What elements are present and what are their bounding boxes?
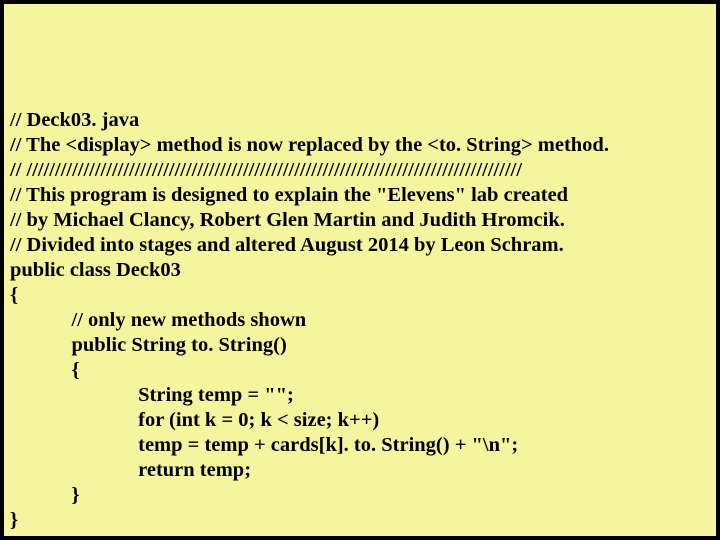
code-line-brace: {: [10, 283, 710, 308]
code-line-brace: {: [10, 358, 710, 383]
code-line-stmt: String temp = "";: [10, 383, 710, 408]
code-line-stmt: for (int k = 0; k < size; k++): [10, 408, 710, 433]
code-line-brace: }: [10, 508, 710, 533]
code-line-brace: }: [10, 483, 710, 508]
code-line-method-decl: public String to. String(): [10, 333, 710, 358]
code-line-comment: // only new methods shown: [10, 308, 710, 333]
code-line-comment: // Divided into stages and altered Augus…: [10, 233, 710, 258]
code-line-class-decl: public class Deck03: [10, 258, 710, 283]
code-line-stmt: return temp;: [10, 458, 710, 483]
code-line-comment: // The <display> method is now replaced …: [10, 133, 710, 158]
code-line-comment: // Deck03. java: [10, 108, 710, 133]
code-line-comment: // /////////////////////////////////////…: [10, 158, 710, 183]
code-line-comment: // This program is designed to explain t…: [10, 183, 710, 208]
code-line-comment: // by Michael Clancy, Robert Glen Martin…: [10, 208, 710, 233]
code-line-stmt: temp = temp + cards[k]. to. String() + "…: [10, 433, 710, 458]
